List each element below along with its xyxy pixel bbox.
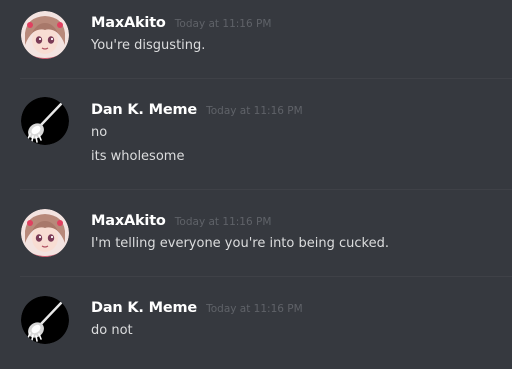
anime-girl-avatar-icon[interactable] xyxy=(21,209,69,257)
username[interactable]: MaxAkito xyxy=(91,15,166,31)
message-header: Dan K. Meme Today at 11:16 PM xyxy=(91,297,303,316)
username[interactable]: Dan K. Meme xyxy=(91,102,197,118)
username[interactable]: Dan K. Meme xyxy=(91,300,197,316)
mop-avatar-icon[interactable] xyxy=(21,97,69,145)
timestamp: Today at 11:16 PM xyxy=(206,105,303,117)
mop-avatar-icon[interactable] xyxy=(21,296,69,344)
message-header: Dan K. Meme Today at 11:16 PM xyxy=(91,99,303,118)
message-group: Dan K. Meme Today at 11:16 PM no its who… xyxy=(0,79,512,189)
message-text: You're disgusting. xyxy=(91,38,206,53)
message-text: its wholesome xyxy=(91,149,185,164)
username[interactable]: MaxAkito xyxy=(91,213,166,229)
message-text: do not xyxy=(91,323,133,338)
message-header: MaxAkito Today at 11:16 PM xyxy=(91,210,271,229)
message-group: MaxAkito Today at 11:16 PM I'm telling e… xyxy=(0,190,512,276)
anime-girl-avatar-icon[interactable] xyxy=(21,11,69,59)
timestamp: Today at 11:16 PM xyxy=(174,18,272,30)
timestamp: Today at 11:16 PM xyxy=(174,216,272,228)
message-text: I'm telling everyone you're into being c… xyxy=(91,236,389,251)
message-group: MaxAkito Today at 11:16 PM You're disgus… xyxy=(0,0,512,78)
timestamp: Today at 11:16 PM xyxy=(206,303,303,315)
message-header: MaxAkito Today at 11:16 PM xyxy=(91,12,271,31)
message-text: no xyxy=(91,125,108,140)
message-group: Dan K. Meme Today at 11:16 PM do not xyxy=(0,277,512,369)
